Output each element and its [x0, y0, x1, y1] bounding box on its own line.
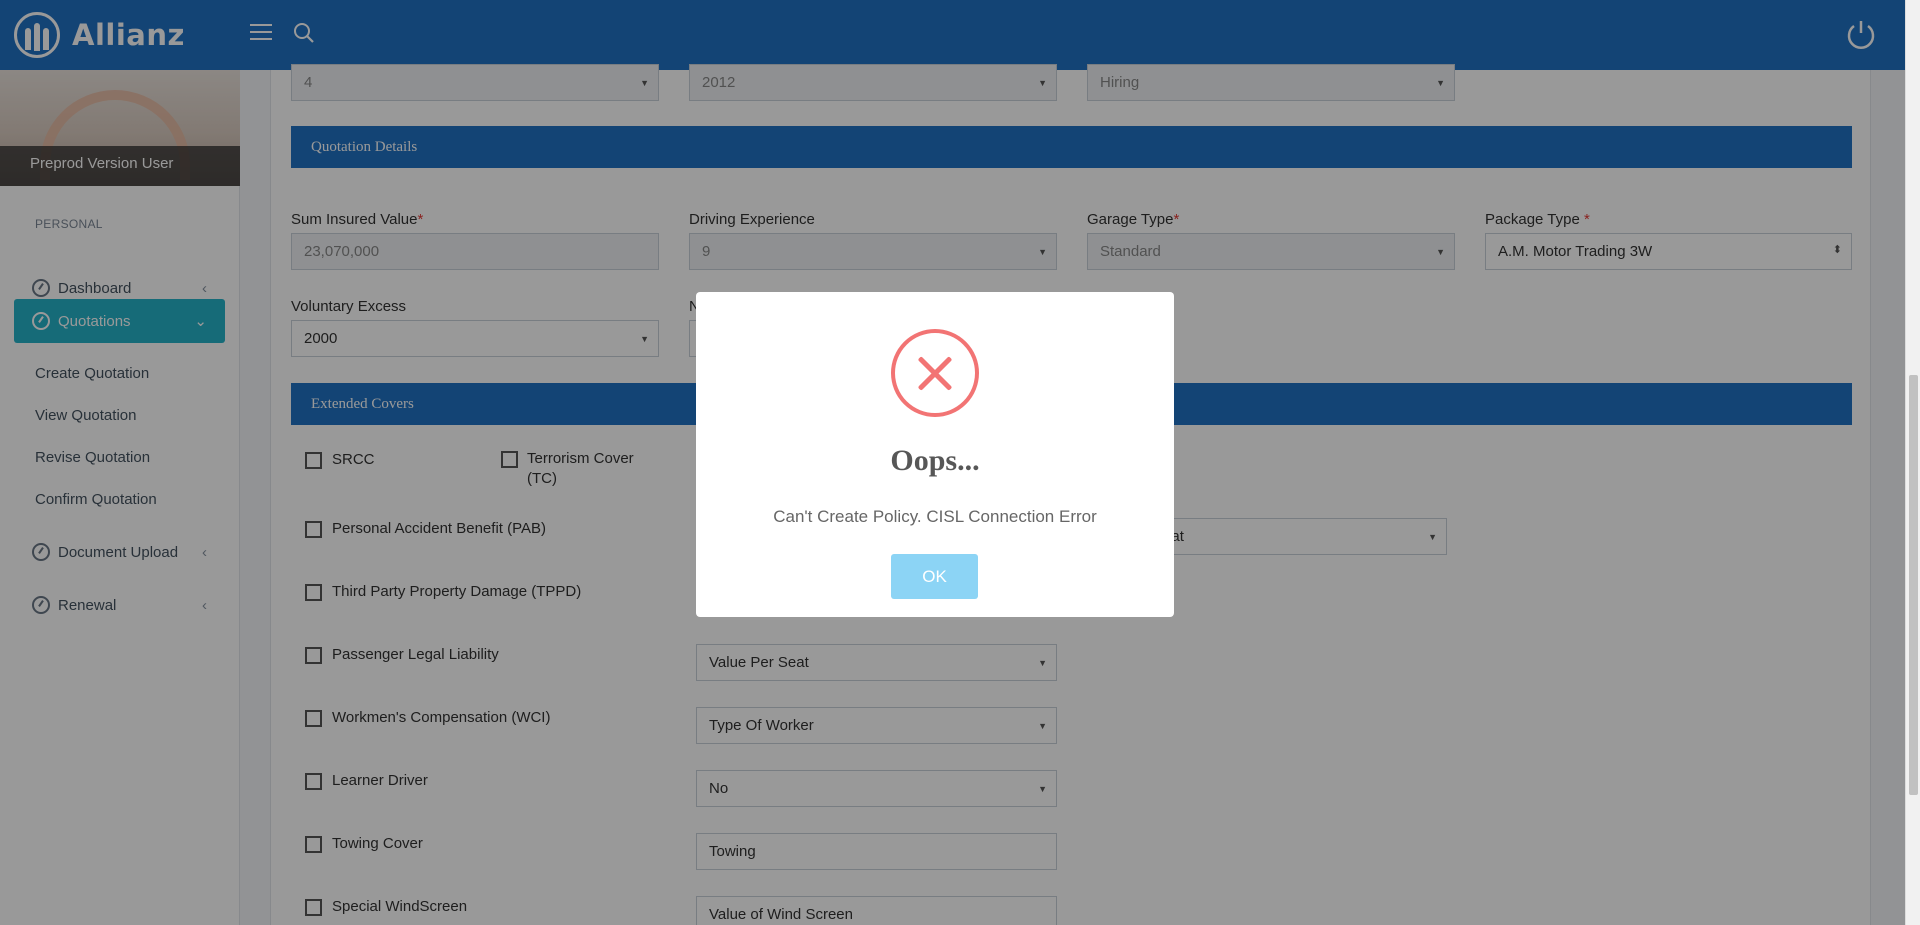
scrollbar-thumb[interactable]: [1909, 375, 1918, 795]
error-dialog: Oops... Can't Create Policy. CISL Connec…: [696, 292, 1174, 617]
page-scrollbar[interactable]: [1905, 0, 1920, 925]
dialog-message: Can't Create Policy. CISL Connection Err…: [773, 507, 1097, 526]
error-x-icon: [891, 329, 979, 417]
ok-button[interactable]: OK: [891, 554, 978, 599]
dialog-title: Oops...: [890, 444, 980, 477]
